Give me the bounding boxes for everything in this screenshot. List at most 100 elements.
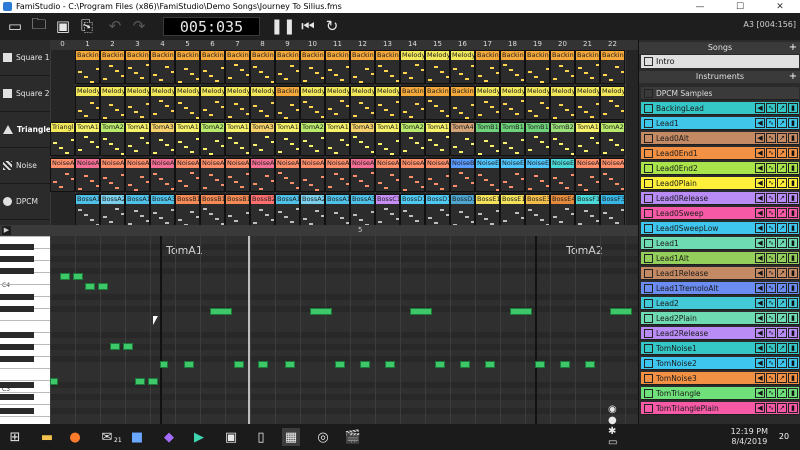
duty-envelope-icon[interactable]: ▮: [788, 358, 798, 368]
pattern-triangle[interactable]: TomA1: [575, 122, 600, 156]
pause-icon[interactable]: ❚❚: [270, 16, 295, 36]
pattern-triangle[interactable]: TomA2: [200, 122, 225, 156]
pattern-dpcm[interactable]: BossA1: [75, 194, 100, 225]
pattern-square2[interactable]: Melody: [375, 86, 400, 120]
volume-envelope-icon[interactable]: ∿: [766, 163, 776, 173]
pattern-triangle[interactable]: TomB1: [500, 122, 525, 156]
redo-icon[interactable]: ↷: [128, 16, 150, 36]
volume-envelope-icon[interactable]: ∿: [766, 238, 776, 248]
piano-keyboard[interactable]: C4 C3: [0, 236, 50, 424]
volume-envelope-icon[interactable]: ∿: [766, 313, 776, 323]
speaker-icon[interactable]: ◀: [755, 193, 765, 203]
duty-envelope-icon[interactable]: ▮: [788, 148, 798, 158]
pattern-dpcm[interactable]: BossA2: [300, 194, 325, 225]
pattern-noise[interactable]: NoiseA1: [600, 158, 625, 192]
pitch-envelope-icon[interactable]: ↗: [777, 283, 787, 293]
pattern-square2[interactable]: Melody: [600, 86, 625, 120]
clock[interactable]: 12:19 PM 8/4/2019: [731, 427, 768, 447]
black-key[interactable]: [0, 306, 34, 312]
black-key[interactable]: [0, 344, 34, 350]
pitch-envelope-icon[interactable]: ↗: [777, 178, 787, 188]
pattern-dpcm[interactable]: BossB1: [200, 194, 225, 225]
note[interactable]: [60, 273, 70, 280]
pattern-dpcm[interactable]: BossE1: [500, 194, 525, 225]
pattern-square1[interactable]: Melody: [450, 50, 475, 84]
pattern-square1[interactable]: Backing: [550, 50, 575, 84]
pitch-envelope-icon[interactable]: ↗: [777, 253, 787, 263]
volume-envelope-icon[interactable]: ∿: [766, 178, 776, 188]
duty-envelope-icon[interactable]: ▮: [788, 103, 798, 113]
note[interactable]: [184, 361, 194, 368]
pattern-triangle[interactable]: TomB1: [475, 122, 500, 156]
duty-envelope-icon[interactable]: ▮: [788, 133, 798, 143]
duty-envelope-icon[interactable]: ▮: [788, 328, 798, 338]
pattern-dpcm[interactable]: BossD1: [400, 194, 425, 225]
speaker-icon[interactable]: ◀: [755, 133, 765, 143]
pattern-triangle[interactable]: TomA3: [350, 122, 375, 156]
close-button[interactable]: ✕: [760, 0, 800, 13]
frame-number[interactable]: 18: [500, 40, 525, 50]
pattern-square1[interactable]: Backing: [350, 50, 375, 84]
pattern-noise[interactable]: NoiseA2: [350, 158, 375, 192]
pattern-dpcm[interactable]: BossE1: [475, 194, 500, 225]
pattern-square1[interactable]: Melody: [400, 50, 425, 84]
frame-number[interactable]: 15: [425, 40, 450, 50]
clapper-icon[interactable]: 🎬: [344, 428, 362, 446]
pattern-triangle[interactable]: TomA3: [250, 122, 275, 156]
duty-envelope-icon[interactable]: ▮: [788, 178, 798, 188]
undo-icon[interactable]: ↶: [104, 16, 126, 36]
note[interactable]: [335, 361, 345, 368]
instrument-item[interactable]: TomNoise1 ◀ ∿ ↗ ▮: [641, 342, 799, 355]
note[interactable]: [50, 378, 58, 385]
frame-number[interactable]: 14: [400, 40, 425, 50]
pattern-noise[interactable]: NoiseA1: [100, 158, 125, 192]
black-key[interactable]: [0, 244, 34, 250]
note[interactable]: [560, 361, 570, 368]
speaker-icon[interactable]: ◀: [755, 343, 765, 353]
document-icon[interactable]: ▯: [252, 428, 270, 446]
speaker-icon[interactable]: ◀: [755, 388, 765, 398]
duty-envelope-icon[interactable]: ▮: [788, 163, 798, 173]
pattern-triangle[interactable]: TomA1: [275, 122, 300, 156]
duty-envelope-icon[interactable]: ▮: [788, 253, 798, 263]
note[interactable]: [210, 308, 232, 315]
pattern-square2[interactable]: Melody: [250, 86, 275, 120]
pattern-square2[interactable]: Backing: [425, 86, 450, 120]
pitch-envelope-icon[interactable]: ↗: [777, 163, 787, 173]
instrument-item[interactable]: TomTrianglePlain ◀ ∿ ↗ ▮: [641, 402, 799, 415]
instrument-item[interactable]: Lead0Alt ◀ ∿ ↗ ▮: [641, 132, 799, 145]
speaker-icon[interactable]: ◀: [755, 238, 765, 248]
pattern-square2[interactable]: Melody: [325, 86, 350, 120]
pattern-square2[interactable]: Backing: [400, 86, 425, 120]
frame-number[interactable]: 12: [350, 40, 375, 50]
pattern-triangle[interactable]: TomA3: [150, 122, 175, 156]
frame-number[interactable]: 10: [300, 40, 325, 50]
sequencer-grid[interactable]: BackingBackingBackingBackingBackingBacki…: [50, 50, 638, 225]
note[interactable]: [258, 361, 268, 368]
volume-envelope-icon[interactable]: ∿: [766, 223, 776, 233]
pattern-square1[interactable]: Backing: [150, 50, 175, 84]
channel-noise[interactable]: Noise: [0, 148, 50, 184]
instrument-item[interactable]: Lead1Release ◀ ∿ ↗ ▮: [641, 267, 799, 280]
pattern-noise[interactable]: NoiseA1: [175, 158, 200, 192]
pattern-square1[interactable]: Backing: [500, 50, 525, 84]
pattern-triangle[interactable]: TomA2: [600, 122, 625, 156]
pattern-noise[interactable]: NoiseA1: [225, 158, 250, 192]
speaker-icon[interactable]: ◀: [755, 403, 765, 413]
pattern-square1[interactable]: Backing: [475, 50, 500, 84]
pattern-square2[interactable]: Melody: [100, 86, 125, 120]
pattern-square1[interactable]: Backing: [200, 50, 225, 84]
pattern-square1[interactable]: Backing: [75, 50, 100, 84]
pattern-triangle[interactable]: TomA1: [175, 122, 200, 156]
pitch-envelope-icon[interactable]: ↗: [777, 388, 787, 398]
volume-envelope-icon[interactable]: ∿: [766, 148, 776, 158]
volume-envelope-icon[interactable]: ∿: [766, 403, 776, 413]
instrument-item[interactable]: Lead0Sweep ◀ ∿ ↗ ▮: [641, 207, 799, 220]
frame-number[interactable]: 2: [100, 40, 125, 50]
pattern-dpcm[interactable]: BossA1: [125, 194, 150, 225]
pattern-dpcm[interactable]: BossA1: [275, 194, 300, 225]
pattern-dpcm[interactable]: BossE3: [525, 194, 550, 225]
note[interactable]: [435, 361, 445, 368]
black-key[interactable]: [0, 394, 34, 400]
duty-envelope-icon[interactable]: ▮: [788, 343, 798, 353]
